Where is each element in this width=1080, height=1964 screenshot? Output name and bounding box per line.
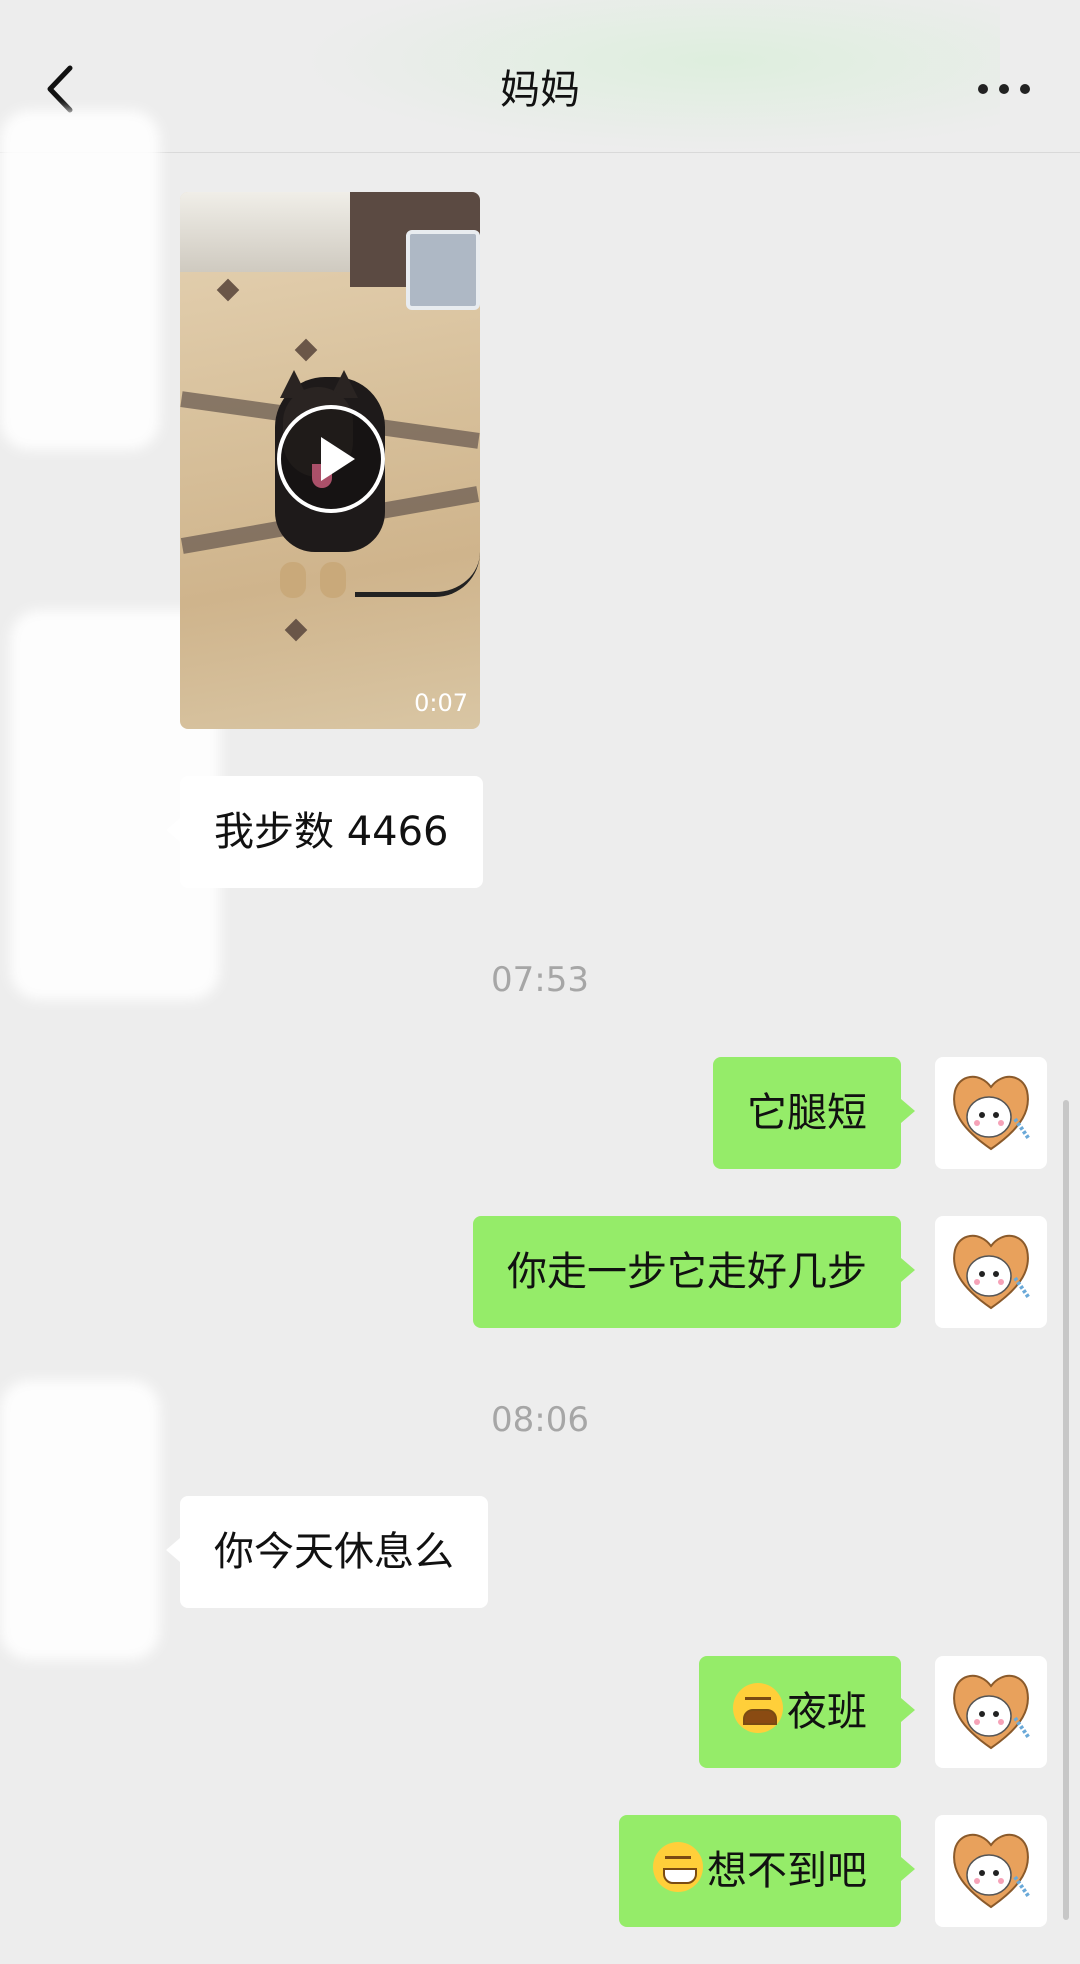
video-message[interactable]: 0:07 — [180, 192, 480, 729]
redacted-avatar-smudge — [0, 110, 160, 450]
cat-heart-avatar-icon — [953, 1675, 1031, 1750]
outgoing-message-bubble[interactable]: 夜班 — [699, 1656, 915, 1768]
cat-heart-avatar-icon — [953, 1076, 1031, 1151]
video-duration: 0:07 — [414, 689, 468, 717]
more-options-icon[interactable] — [976, 72, 1032, 102]
avatar[interactable] — [935, 1216, 1047, 1328]
dog-paw — [280, 562, 306, 598]
cat-heart-avatar-icon — [953, 1235, 1031, 1310]
video-floor-tile-mark — [216, 278, 240, 302]
cat-heart-avatar-icon — [953, 1834, 1031, 1909]
outgoing-message-bubble[interactable]: 它腿短 — [713, 1057, 915, 1169]
incoming-message-bubble[interactable]: 你今天休息么 — [166, 1496, 488, 1608]
timestamp: 07:53 — [491, 960, 589, 1000]
video-floor-tile-mark — [284, 618, 308, 642]
avatar[interactable] — [935, 1815, 1047, 1927]
dog-leash — [355, 552, 480, 597]
message-text: 夜班 — [787, 1689, 867, 1735]
message-text: 想不到吧 — [707, 1848, 867, 1894]
dog-paw — [320, 562, 346, 598]
outgoing-message-bubble[interactable]: 想不到吧 — [619, 1815, 915, 1927]
incoming-message-bubble[interactable]: 我步数 4466 — [166, 776, 483, 888]
chat-title: 妈妈 — [500, 67, 580, 113]
video-scene-bin — [406, 230, 480, 310]
timestamp: 08:06 — [491, 1400, 589, 1440]
avatar[interactable] — [935, 1656, 1047, 1768]
outgoing-message-bubble[interactable]: 你走一步它走好几步 — [473, 1216, 915, 1328]
scrollbar[interactable] — [1063, 1100, 1069, 1920]
top-navigation-bar: 妈妈 — [0, 0, 1080, 153]
avatar[interactable] — [935, 1057, 1047, 1169]
play-icon[interactable] — [277, 405, 385, 513]
sob-emoji-icon — [733, 1683, 783, 1733]
video-floor-tile-mark — [294, 338, 318, 362]
grin-emoji-icon — [653, 1842, 703, 1892]
